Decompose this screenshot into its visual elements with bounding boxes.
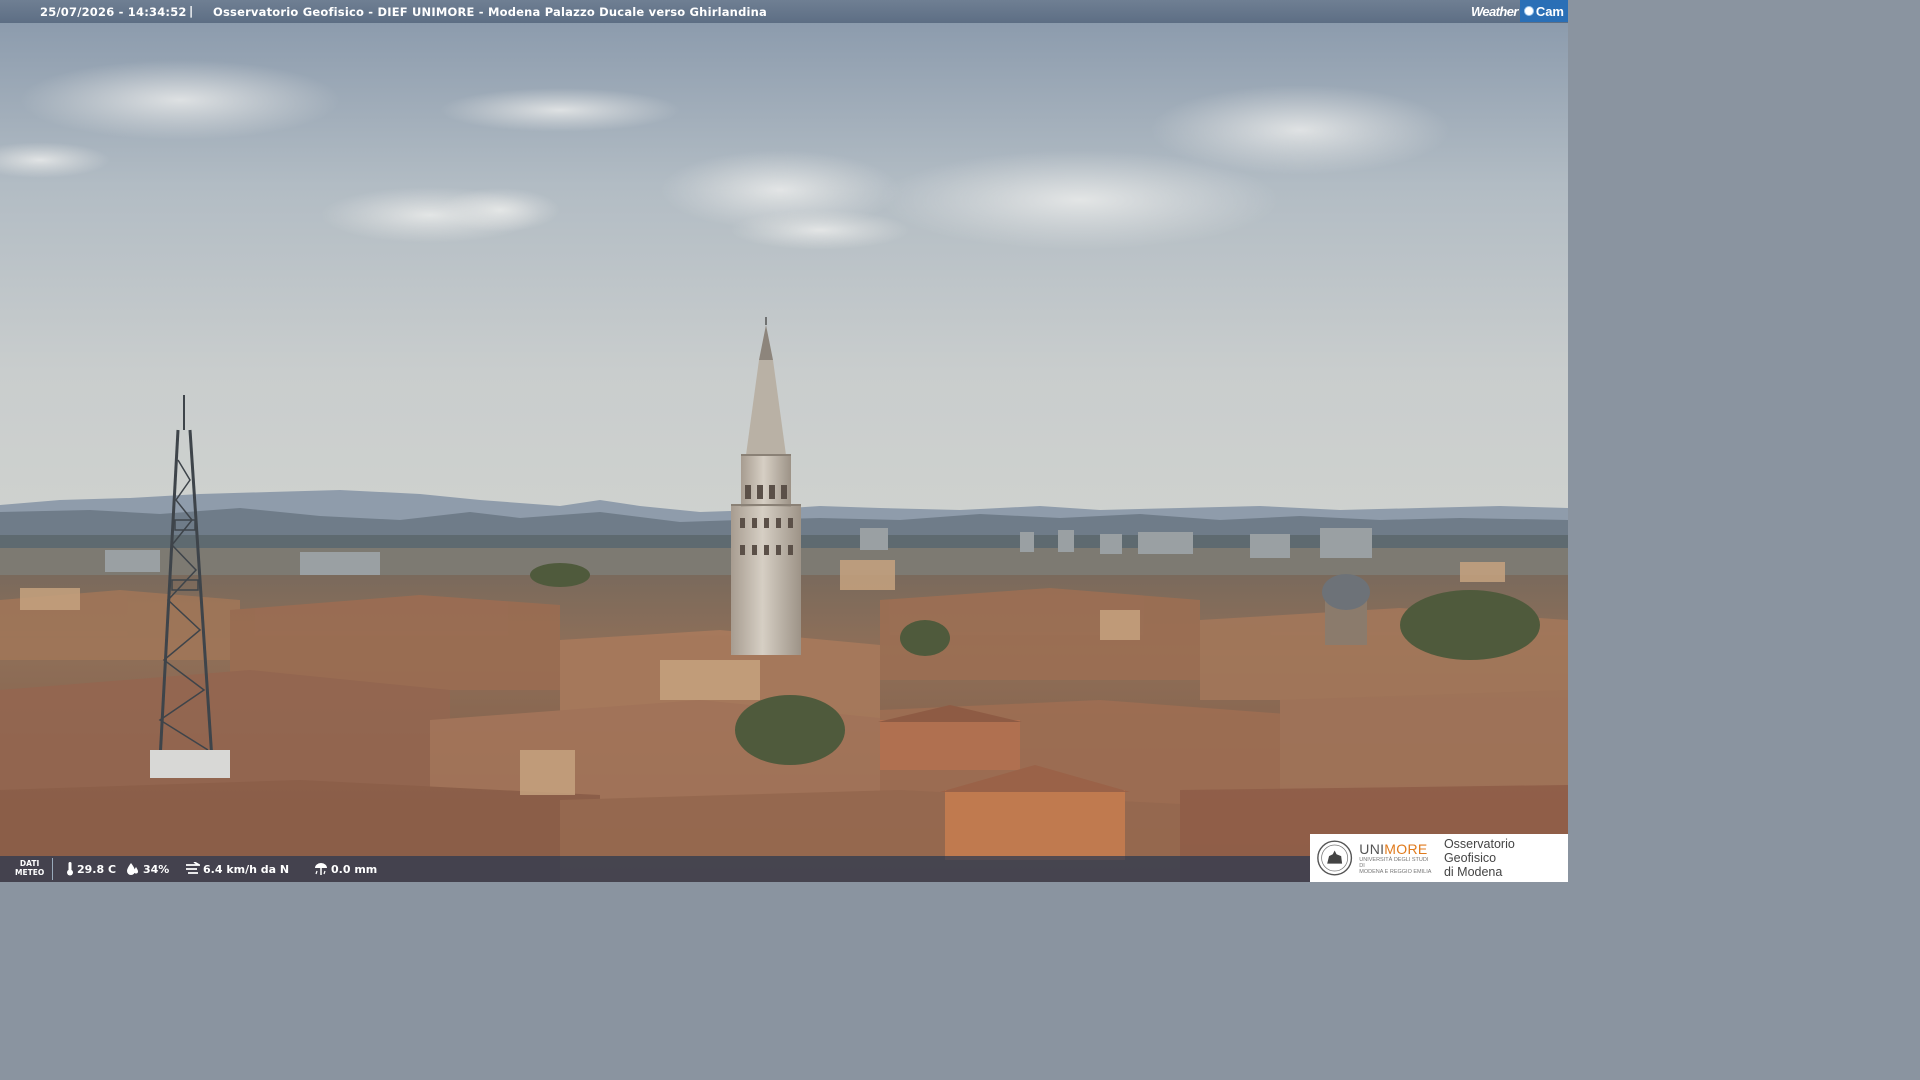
weather-label-line2: METEO	[15, 868, 45, 877]
header-separator: |	[189, 4, 194, 18]
unimore-observatory-logo: UNIMORE UNIVERSITÀ DEGLI STUDI DI MODENA…	[1310, 834, 1568, 882]
brand-cam: Cam	[1519, 0, 1568, 22]
observatory-line1: Osservatorio Geofisico	[1443, 837, 1515, 865]
webcam-frame: 25/07/2026 - 14:34:52 | Osservatorio Geo…	[0, 0, 1568, 882]
rain-gauge-icon	[315, 863, 327, 875]
university-seal-icon	[1317, 840, 1353, 876]
unimore-wordmark: UNIMORE UNIVERSITÀ DEGLI STUDI DI MODENA…	[1359, 841, 1434, 875]
city-scene	[0, 0, 1568, 882]
humidity-value: 34%	[143, 862, 170, 876]
weather-label-line1: DATI	[19, 859, 40, 868]
wind-value: 6.4 km/h da N	[203, 862, 290, 876]
rain-value: 0.0 mm	[331, 862, 378, 876]
webcam-header-bar: 25/07/2026 - 14:34:52 | Osservatorio Geo…	[0, 0, 1568, 23]
brand-weather: Weather	[1470, 3, 1518, 19]
uni-suffix: MORE	[1384, 841, 1428, 857]
weathercam-logo: Weather Cam	[1471, 0, 1568, 22]
weather-data-bar: DATI METEO 29.8 C 34% 6.4 km/h da N 0.0 …	[0, 856, 1310, 882]
observatory-line2: di Modena	[1443, 865, 1503, 879]
humidity-icon	[127, 863, 138, 875]
wind-reading: 6.4 km/h da N	[185, 862, 289, 876]
rain-reading: 0.0 mm	[314, 862, 377, 876]
humidity-reading: 34%	[126, 862, 169, 876]
temperature-reading: 29.8 C	[66, 862, 116, 876]
brand-cam-text: Cam	[1535, 3, 1564, 19]
observatory-name: Osservatorio Geofisico di Modena	[1444, 837, 1568, 879]
weather-data-label: DATI METEO	[15, 859, 44, 877]
wind-icon	[186, 862, 200, 874]
divider	[52, 858, 53, 880]
uni-subtitle-1: UNIVERSITÀ DEGLI STUDI DI	[1359, 857, 1429, 869]
temperature-value: 29.8 C	[77, 862, 117, 876]
camera-title: Osservatorio Geofisico - DIEF UNIMORE - …	[213, 5, 767, 19]
camera-icon	[1523, 6, 1534, 16]
thermometer-icon	[67, 862, 73, 876]
uni-subtitle-2: MODENA E REGGIO EMILIA	[1359, 869, 1432, 875]
timestamp: 25/07/2026 - 14:34:52	[40, 5, 187, 19]
uni-prefix: UNI	[1359, 841, 1385, 857]
